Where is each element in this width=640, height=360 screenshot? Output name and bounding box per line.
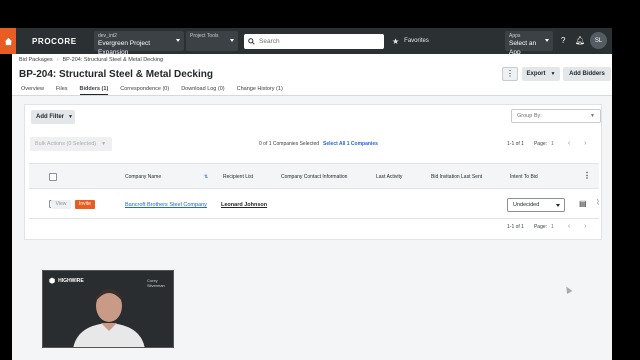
chevron-down-icon: ▼	[550, 71, 556, 77]
page-header: Bid Packages › BP-204: Structural Steel & …	[12, 54, 612, 96]
intent-value: Undecided	[513, 202, 540, 208]
breadcrumb-root[interactable]: Bid Packages	[19, 57, 53, 63]
top-navigation-bar: PROCORE dev_int2 Evergreen Project Expan…	[0, 28, 612, 56]
star-icon: ★	[392, 36, 400, 46]
group-by-select[interactable]: Group By: ▼	[511, 109, 601, 123]
page-select[interactable]: 1	[551, 141, 554, 147]
search-icon	[248, 37, 255, 45]
favorites-button[interactable]: ★ Favorites	[392, 37, 429, 46]
pagination-top: 1-1 of 1 Page: 1 ‹ ›	[507, 140, 587, 147]
home-icon	[4, 37, 12, 45]
column-contact-info: Company Contact Information	[281, 174, 348, 180]
video-overlay: ⬢ HIGHWIRE Corey Silverman	[42, 270, 174, 348]
search-input[interactable]: Search	[244, 33, 384, 49]
kebab-icon[interactable]: ⋮	[583, 171, 591, 180]
chevron-down-icon	[230, 39, 234, 42]
intent-to-bid-select[interactable]: Undecided	[507, 198, 565, 212]
help-icon[interactable]: ?	[561, 36, 565, 45]
avatar[interactable]: SL	[590, 32, 607, 49]
recipient-link[interactable]: Leonard Johnson	[221, 202, 267, 208]
chevron-down-icon	[545, 39, 549, 42]
chevron-right-icon[interactable]: ›	[584, 223, 586, 230]
chevron-right-icon: ›	[56, 57, 59, 63]
selection-count: 0 of 1 Companies Selected	[259, 141, 320, 147]
chevron-left-icon[interactable]: ‹	[568, 223, 570, 230]
breadcrumb-current: BP-204: Structural Steel & Metal Decking	[62, 57, 164, 63]
group-by-placeholder: Group By:	[517, 113, 542, 119]
export-button[interactable]: Export ▼	[522, 67, 560, 81]
page-label: Page:	[533, 223, 548, 230]
select-all-checkbox[interactable]	[49, 173, 57, 181]
project-selector[interactable]: dev_int2 Evergreen Project Expansion	[94, 31, 184, 56]
export-label: Export	[526, 71, 546, 77]
chevron-left-icon[interactable]: ‹	[568, 140, 570, 147]
page-range: 1-1 of 1	[507, 140, 524, 147]
table-header: Company Name ⇅ Recipient List Company Co…	[29, 163, 599, 189]
bell-icon[interactable]: 🔔︎	[575, 36, 585, 45]
column-last-activity: Last Activity	[376, 174, 403, 180]
chevron-down-icon: ▼	[101, 141, 107, 147]
chevron-down-icon	[176, 39, 180, 42]
column-company-name[interactable]: Company Name	[125, 174, 161, 180]
kebab-icon: ⋮	[506, 69, 514, 78]
breadcrumb: Bid Packages › BP-204: Structural Steel & …	[19, 57, 163, 63]
invite-button[interactable]: Invite	[75, 200, 95, 209]
select-all-link[interactable]: Select All 1 Companies	[323, 141, 378, 147]
selection-info: 0 of 1 Companies Selected Select All 1 Co…	[259, 141, 378, 147]
document-icon[interactable]: ▤	[579, 199, 587, 208]
view-button[interactable]: View	[51, 200, 71, 209]
column-bid-invitation-sent: Bid Invitation Last Sent	[431, 174, 483, 180]
page-label: Page:	[533, 140, 548, 147]
tab-files[interactable]: Files	[56, 86, 68, 95]
tab-download-log[interactable]: Download Log (0)	[181, 86, 224, 95]
page-range: 1-1 of 1	[507, 223, 524, 230]
add-filter-label: Add Filter	[36, 114, 64, 120]
chevron-right-icon[interactable]: ›	[584, 140, 586, 147]
add-filter-button[interactable]: Add Filter ▼	[31, 110, 75, 124]
chevron-down-icon: ▼	[68, 114, 73, 120]
project-tools-selector[interactable]: Project Tools	[186, 31, 238, 51]
page-title: BP-204: Structural Steel & Metal Decking	[19, 69, 213, 80]
chevron-down-icon	[556, 204, 560, 207]
bulk-actions-button[interactable]: Bulk Actions (0 Selected) ▼	[30, 137, 112, 151]
procore-logo[interactable]: PROCORE	[32, 37, 90, 46]
add-bidders-button[interactable]: Add Bidders	[563, 67, 611, 81]
column-recipient-list: Recipient List	[223, 174, 254, 180]
bulk-actions-label: Bulk Actions (0 Selected)	[35, 141, 97, 147]
paperclip-icon[interactable]: ⌇	[596, 198, 600, 207]
page-select[interactable]: 1	[551, 224, 554, 230]
table-row: View Invite Bancroft Brothers Steel Comp…	[29, 189, 600, 219]
more-actions-button[interactable]: ⋮	[502, 67, 518, 81]
search-placeholder: Search	[259, 37, 280, 45]
apps-selector[interactable]: Apps Select an App	[505, 31, 553, 56]
chevron-down-icon: ▼	[590, 113, 595, 119]
tab-bar: Overview Files Bidders (1) Correspondenc…	[21, 86, 295, 95]
company-name-link[interactable]: Bancroft Brothers Steel Company	[125, 202, 207, 208]
project-tools-label: Project Tools	[190, 33, 219, 39]
column-intent-to-bid: Intent To Bid	[510, 174, 538, 180]
tab-overview[interactable]: Overview	[21, 86, 44, 95]
pagination-bottom: 1-1 of 1 Page: 1 ‹ ›	[507, 223, 587, 230]
bidders-panel: Add Filter ▼ Group By: ▼ Bulk Actions (0…	[24, 104, 602, 240]
tab-correspondence[interactable]: Correspondence (0)	[120, 86, 169, 95]
home-button[interactable]	[0, 28, 16, 54]
favorites-label: Favorites	[404, 38, 429, 44]
sort-icon[interactable]: ⇅	[204, 174, 208, 180]
app-frame: PROCORE dev_int2 Evergreen Project Expan…	[0, 0, 640, 360]
presenter-image	[73, 289, 145, 347]
tab-change-history[interactable]: Change History (1)	[237, 86, 283, 95]
tab-bidders[interactable]: Bidders (1)	[79, 86, 109, 95]
